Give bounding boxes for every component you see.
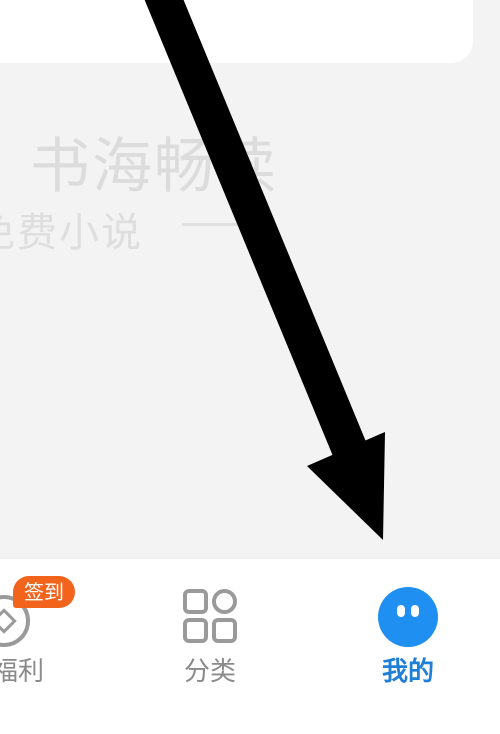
checkin-badge[interactable]: 签到 (13, 576, 75, 608)
bottom-navigation-bar: 签到 福利 分类 我的 (0, 558, 500, 734)
tab-mine-label: 我的 (381, 657, 434, 687)
grid-category-icon (183, 589, 237, 643)
profile-face-icon (378, 587, 438, 647)
tab-mine[interactable]: 我的 (348, 559, 468, 699)
tab-welfare[interactable]: 签到 福利 (0, 559, 80, 699)
tab-category[interactable]: 分类 (150, 559, 270, 699)
annotation-arrow-icon (144, 0, 385, 540)
tab-category-label: 分类 (183, 657, 236, 687)
app-screen: 书海畅读 免费小说 签到 福利 分类 我的 (0, 0, 500, 734)
tab-welfare-label: 福利 (0, 657, 44, 687)
